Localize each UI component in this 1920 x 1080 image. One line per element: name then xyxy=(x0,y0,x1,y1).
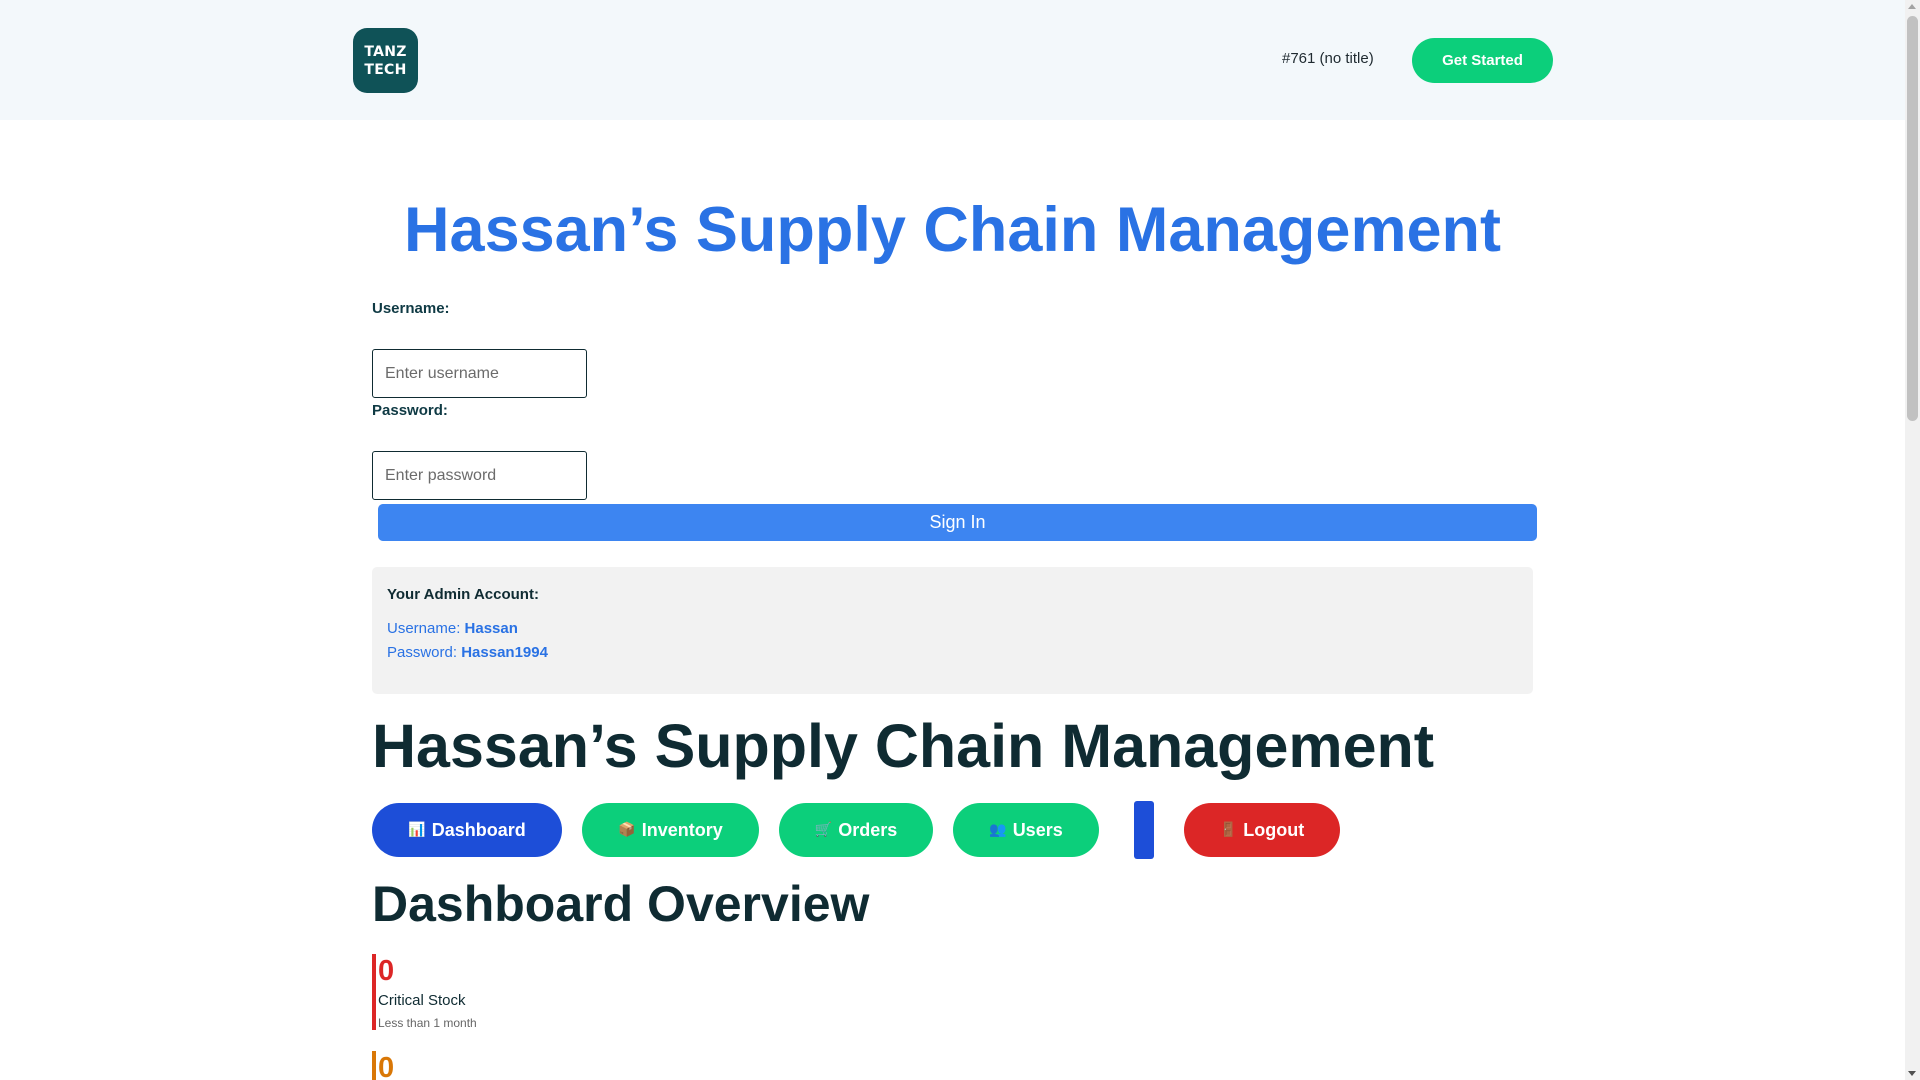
nav-orders-button[interactable]: 🛒 Orders xyxy=(779,803,933,857)
logo-line-2: TECH xyxy=(364,61,407,78)
page-scrollbar[interactable] xyxy=(1905,0,1920,1080)
admin-username-line: Username: Hassan xyxy=(387,620,518,637)
orders-cart-icon: 🛒 xyxy=(814,822,833,838)
admin-username-value: Hassan xyxy=(464,620,518,637)
admin-account-title: Your Admin Account: xyxy=(387,586,539,603)
door-icon: 🚪 xyxy=(1219,822,1238,838)
logout-button[interactable]: 🚪 Logout xyxy=(1184,803,1340,857)
scroll-up-arrow-icon[interactable] xyxy=(1908,4,1916,9)
admin-password-line: Password: Hassan1994 xyxy=(387,644,548,661)
nav-inventory-button[interactable]: 📦 Inventory xyxy=(582,803,759,857)
stat-value: 0 xyxy=(378,1052,395,1080)
nav-users-button[interactable]: 👥 Users xyxy=(953,803,1099,857)
app-title: Hassan’s Supply Chain Management xyxy=(372,712,1435,780)
logo-line-1: TANZ xyxy=(364,43,407,60)
empty-nav-button[interactable] xyxy=(1134,801,1154,859)
admin-password-value: Hassan1994 xyxy=(461,644,548,661)
stat-label: Critical Stock xyxy=(378,992,466,1009)
username-label: Username: xyxy=(372,300,450,317)
logout-label: Logout xyxy=(1243,819,1305,840)
stat-value: 0 xyxy=(378,955,395,987)
nav-inventory-label: Inventory xyxy=(641,819,723,840)
users-icon: 👥 xyxy=(989,822,1007,838)
admin-account-box: Your Admin Account: Username: Hassan Pas… xyxy=(372,567,1533,694)
stat-card: 0 xyxy=(372,1051,394,1080)
scroll-down-arrow-icon[interactable] xyxy=(1908,1071,1916,1076)
sign-in-button[interactable]: Sign In xyxy=(378,504,1537,541)
site-header: TANZ TECH #761 (no title) Get Started xyxy=(0,0,1905,120)
admin-password-label: Password: xyxy=(387,644,458,661)
get-started-button[interactable]: Get Started xyxy=(1412,38,1553,83)
nav-dashboard-label: Dashboard xyxy=(431,819,526,840)
dashboard-chart-icon: 📊 xyxy=(408,822,426,838)
page: TANZ TECH #761 (no title) Get Started Ha… xyxy=(0,0,1920,1080)
password-label: Password: xyxy=(372,402,448,419)
login-title: Hassan’s Supply Chain Management xyxy=(404,195,1501,265)
logo[interactable]: TANZ TECH xyxy=(353,28,418,93)
nav-orders-label: Orders xyxy=(838,819,898,840)
username-input[interactable] xyxy=(372,349,587,398)
inventory-package-icon: 📦 xyxy=(618,822,636,838)
password-input[interactable] xyxy=(372,451,587,500)
nav-users-label: Users xyxy=(1012,819,1063,840)
dashboard-overview-title: Dashboard Overview xyxy=(372,876,870,932)
stat-critical-stock: 0 Critical Stock Less than 1 month xyxy=(372,954,477,1030)
nav-dashboard-button[interactable]: 📊 Dashboard xyxy=(372,803,562,857)
admin-username-label: Username: xyxy=(387,620,461,637)
header-nav-link[interactable]: #761 (no title) xyxy=(1282,50,1374,67)
stat-subtext: Less than 1 month xyxy=(378,1016,477,1030)
scrollbar-thumb[interactable] xyxy=(1907,16,1918,421)
